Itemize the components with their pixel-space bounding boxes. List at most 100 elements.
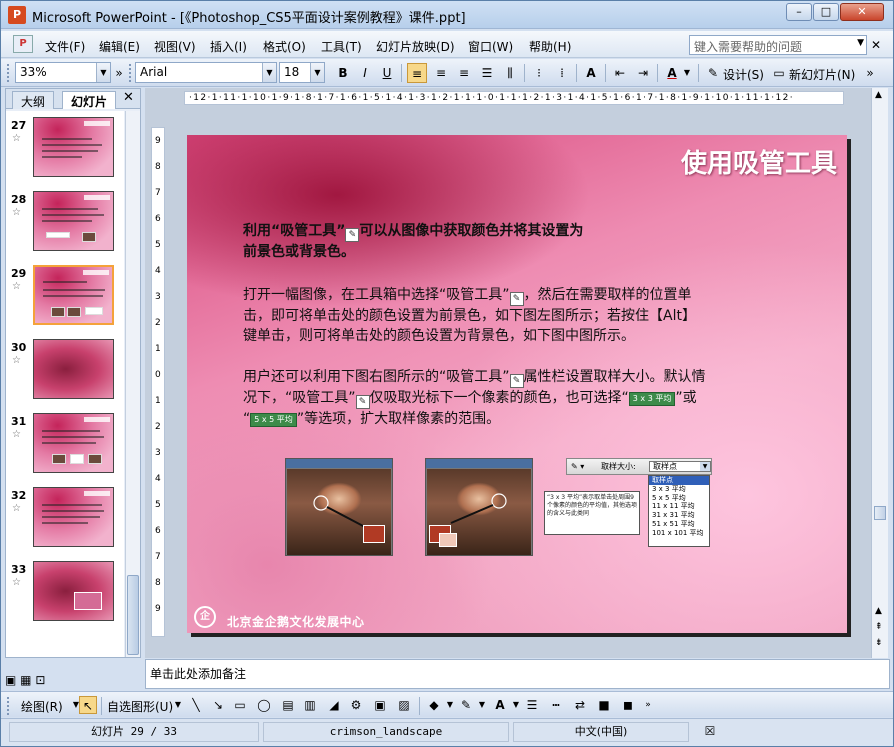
autoshapes-button[interactable]: 自选图形(U): [107, 698, 173, 715]
slide-paragraph-2[interactable]: 打开一幅图像，在工具箱中选择“吸管工具” ✎ ，然后在需要取样的位置单 击，即可将单…: [243, 285, 696, 346]
menu-view[interactable]: 视图(V): [154, 38, 196, 55]
sample-option[interactable]: 51 x 51 平均: [649, 520, 709, 529]
sample-size-select[interactable]: 取样点 ▼: [649, 461, 711, 472]
sample-option[interactable]: 101 x 101 平均: [649, 529, 709, 538]
next-slide-icon[interactable]: ⇟: [875, 638, 883, 648]
line-icon[interactable]: ╲: [187, 696, 205, 714]
bulleted-list-icon[interactable]: ⁞: [552, 63, 572, 83]
align-left-icon[interactable]: ≡: [407, 63, 427, 83]
slide-thumbnail-33[interactable]: 33 ☆: [6, 559, 124, 631]
vertical-text-icon[interactable]: ⫼: [500, 63, 520, 83]
vertical-textbox-icon[interactable]: ▥: [301, 696, 319, 714]
justify-icon[interactable]: ☰: [477, 63, 497, 83]
help-search-input[interactable]: 键入需要帮助的问题 ▼: [689, 35, 867, 55]
menu-insert[interactable]: 插入(I): [210, 38, 247, 55]
menu-window[interactable]: 窗口(W): [468, 38, 513, 55]
toolbar-options-icon[interactable]: »: [113, 63, 125, 83]
arrow-icon[interactable]: ↘: [209, 696, 227, 714]
chevron-down-icon[interactable]: ▼: [310, 63, 324, 82]
toolbar-grip[interactable]: [129, 64, 133, 82]
slide-paragraph-3[interactable]: 用户还可以利用下图右图所示的“吸管工具” ✎ 属性栏设置取样大小。默认情 况下，“吸…: [243, 367, 706, 429]
dash-style-icon[interactable]: ┅: [547, 696, 565, 714]
slide-thumbnail-31[interactable]: 31 ☆: [6, 411, 124, 483]
clipart-icon[interactable]: ▣: [371, 696, 389, 714]
slide-preview[interactable]: [33, 561, 114, 621]
toolbar-options-icon[interactable]: »: [863, 63, 877, 83]
3d-style-icon[interactable]: ◼: [619, 696, 637, 714]
workspace-scrollbar[interactable]: ▲ ▲ ⇞ ⇟: [871, 88, 888, 658]
line-style-icon[interactable]: ☰: [523, 696, 541, 714]
rectangle-icon[interactable]: ▭: [231, 696, 249, 714]
tab-outline[interactable]: 大纲: [12, 91, 55, 109]
slide-preview[interactable]: [33, 117, 114, 177]
slide-thumbnail-28[interactable]: 28 ☆: [6, 189, 124, 261]
scrollbar-thumb[interactable]: [127, 575, 139, 655]
chevron-down-icon[interactable]: ▼: [700, 462, 710, 471]
menu-help[interactable]: 帮助(H): [529, 38, 571, 55]
diagram-icon[interactable]: ⚙: [347, 696, 365, 714]
chevron-down-icon[interactable]: ▼: [96, 63, 110, 82]
textbox-icon[interactable]: ▤: [279, 696, 297, 714]
slide-preview[interactable]: [33, 413, 114, 473]
chevron-down-icon[interactable]: ▼: [262, 63, 276, 82]
select-pointer-icon[interactable]: ↖: [79, 696, 97, 714]
sample-option[interactable]: 11 x 11 平均: [649, 502, 709, 511]
menu-file[interactable]: 文件(F): [45, 38, 85, 55]
numbered-list-icon[interactable]: ⁝: [529, 63, 549, 83]
slide-preview-selected[interactable]: [33, 265, 114, 325]
previous-slide-icon[interactable]: ⇞: [875, 622, 883, 632]
slideshow-view-icon[interactable]: ⊡: [35, 673, 45, 687]
chevron-down-icon[interactable]: ▼: [682, 63, 692, 83]
maximize-button[interactable]: □: [813, 3, 839, 21]
increase-font-icon[interactable]: A: [581, 63, 601, 83]
panel-close-icon[interactable]: ✕: [123, 90, 134, 105]
document-icon[interactable]: P: [13, 35, 33, 53]
new-slide-button[interactable]: 新幻灯片(N): [789, 66, 855, 83]
sample-option[interactable]: 31 x 31 平均: [649, 511, 709, 520]
notes-pane[interactable]: 单击此处添加备注: [145, 659, 890, 689]
align-right-icon[interactable]: ≡: [454, 63, 474, 83]
slide-thumbnail-27[interactable]: 27 ☆: [6, 115, 124, 187]
powerpoint-app-icon[interactable]: P: [8, 6, 26, 24]
menu-tools[interactable]: 工具(T): [321, 38, 362, 55]
new-slide-icon[interactable]: ▭: [769, 63, 789, 83]
shadow-icon[interactable]: ■: [595, 696, 613, 714]
design-button[interactable]: 设计(S): [723, 66, 764, 83]
draw-menu-button[interactable]: 绘图(R): [21, 698, 63, 715]
slide-title[interactable]: 使用吸管工具: [681, 143, 837, 180]
underline-button[interactable]: U: [377, 63, 397, 83]
current-slide[interactable]: 使用吸管工具 利用“吸管工具” ✎ 可以从图像中获取颜色并将其设置为 前景色或背景色…: [187, 135, 847, 633]
minimize-button[interactable]: –: [786, 3, 812, 21]
menu-slideshow[interactable]: 幻灯片放映(D): [376, 38, 455, 55]
chevron-down-icon[interactable]: ▼: [473, 696, 491, 714]
slide-thumbnail-30[interactable]: 30 ☆: [6, 337, 124, 409]
toolbar-grip[interactable]: [7, 697, 11, 715]
bold-button[interactable]: B: [333, 63, 353, 83]
zoom-field[interactable]: 33% ▼: [15, 62, 111, 83]
decrease-indent-icon[interactable]: ⇤: [610, 63, 630, 83]
toolbar-options-icon[interactable]: »: [639, 696, 657, 714]
chevron-down-icon[interactable]: ▼: [169, 696, 187, 714]
normal-view-icon[interactable]: ▣: [5, 673, 16, 687]
tab-slides[interactable]: 幻灯片: [62, 91, 117, 109]
scroll-up-icon[interactable]: ▲: [875, 90, 882, 100]
font-name-field[interactable]: Arial ▼: [135, 62, 277, 83]
scroll-up-icon[interactable]: ▲: [875, 606, 882, 616]
chevron-down-icon[interactable]: ▼: [857, 38, 864, 48]
slide-thumbnail-32[interactable]: 32 ☆: [6, 485, 124, 557]
thumbnails-scrollbar[interactable]: [125, 111, 140, 657]
italic-button[interactable]: I: [355, 63, 375, 83]
sample-option[interactable]: 3 x 3 平均: [649, 485, 709, 494]
oval-icon[interactable]: ◯: [255, 696, 273, 714]
slide-preview[interactable]: [33, 339, 114, 399]
increase-indent-icon[interactable]: ⇥: [633, 63, 653, 83]
align-center-icon[interactable]: ≡: [431, 63, 451, 83]
font-color-icon[interactable]: A: [662, 63, 682, 83]
font-size-field[interactable]: 18 ▼: [279, 62, 325, 83]
design-icon[interactable]: ✎: [703, 63, 723, 83]
sample-option[interactable]: 取样点: [649, 476, 709, 485]
screenshot-middle[interactable]: [425, 458, 533, 556]
picture-icon[interactable]: ▨: [395, 696, 413, 714]
slide-preview[interactable]: [33, 191, 114, 251]
slide-preview[interactable]: [33, 487, 114, 547]
